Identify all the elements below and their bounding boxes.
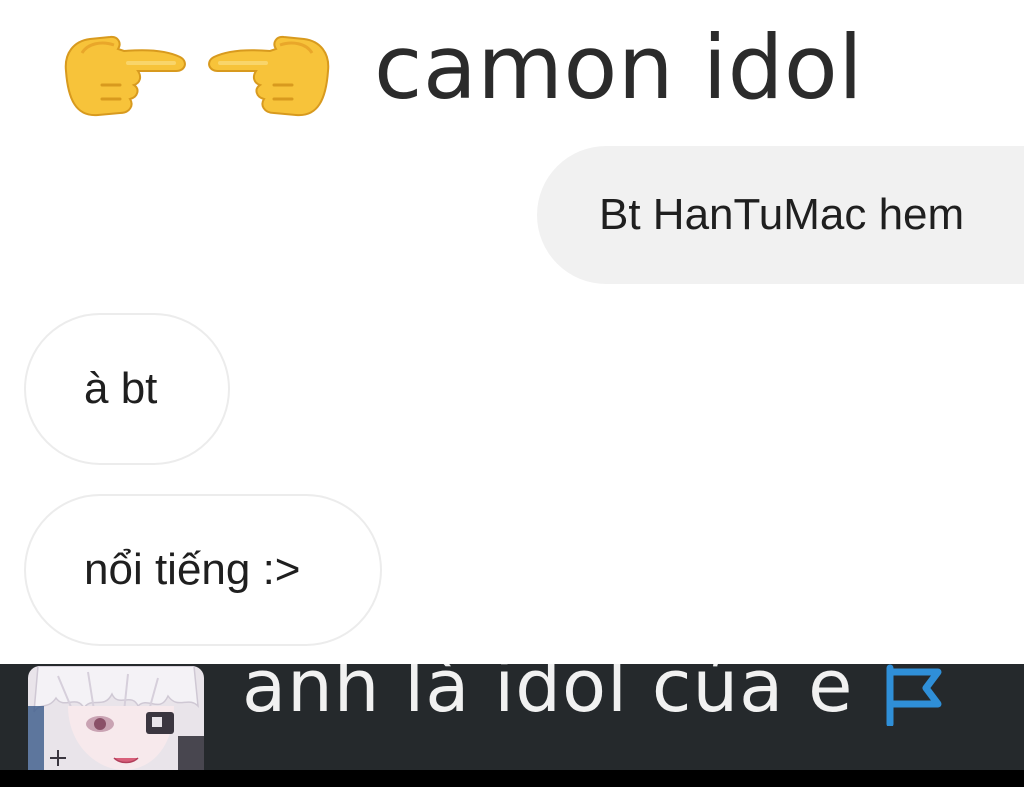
message-text: Bt HanTuMac hem (599, 190, 965, 239)
hand-pointing-left-icon (208, 35, 330, 117)
caption-bar-text: anh là idol của e (242, 664, 854, 728)
message-bubble-incoming[interactable]: à bt (24, 313, 230, 465)
caption-row: camon idol (58, 8, 863, 128)
hand-pointing-right-icon (64, 35, 186, 117)
message-bubble-incoming[interactable]: nổi tiếng :> (24, 494, 382, 646)
caption-bar: anh là idol của e (0, 664, 1024, 770)
anime-avatar-icon (28, 666, 204, 770)
avatar[interactable] (28, 666, 204, 770)
bottom-strip (0, 770, 1024, 787)
flag-icon[interactable] (882, 664, 946, 726)
message-bubble-outgoing[interactable]: Bt HanTuMac hem (537, 146, 1024, 284)
message-text: nổi tiếng :> (84, 545, 301, 594)
caption-text: camon idol (374, 16, 864, 119)
message-text: à bt (84, 364, 158, 413)
